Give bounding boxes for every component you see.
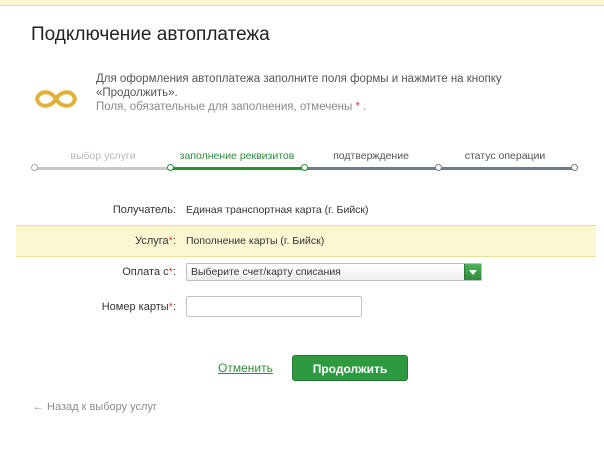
progress-dot-4: [435, 164, 442, 171]
payfrom-label: Оплата с*:: [122, 257, 176, 287]
page-title: Подключение автоплатежа: [31, 24, 270, 45]
cancel-link[interactable]: Отменить: [218, 361, 273, 375]
recipient-row: Получатель: Единая транспортная карта (г…: [16, 195, 596, 225]
required-asterisk: *: [355, 101, 360, 113]
intro-text: Для оформления автоплатежа заполните пол…: [96, 72, 556, 114]
autopayment-infinity-icon: [34, 90, 78, 108]
payfrom-label-text: Оплата с: [122, 266, 169, 278]
back-link-label: Назад к выбору услуг: [47, 401, 157, 413]
progress-line-current: [170, 167, 304, 170]
continue-button[interactable]: Продолжить: [292, 355, 408, 381]
step-fill-details: заполнение реквизитов: [179, 150, 295, 162]
chevron-down-icon[interactable]: [464, 264, 481, 280]
card-label-text: Номер карты: [101, 301, 169, 313]
step-operation-status: статус операции: [464, 150, 546, 162]
progress-dot-5: [571, 164, 578, 171]
step-choose-service: выбор услуги: [70, 150, 136, 162]
intro-instructions: Для оформления автоплатежа заполните пол…: [96, 73, 502, 99]
payfrom-select[interactable]: Выберите счет/карту списания: [186, 263, 482, 281]
label-colon: :: [172, 235, 176, 247]
progress-dot-3: [301, 164, 308, 171]
progress-dot-1: [31, 164, 38, 171]
progress-dot-2: [167, 164, 174, 171]
back-to-services-link[interactable]: ← Назад к выбору услуг: [33, 401, 157, 413]
progress-steps: выбор услуги заполнение реквизитов подтв…: [31, 150, 578, 180]
card-number-label: Номер карты*:: [102, 292, 176, 322]
required-fields-note: Поля, обязательные для заполнения, отмеч…: [96, 100, 556, 114]
required-note-text: Поля, обязательные для заполнения, отмеч…: [96, 101, 353, 113]
service-label-text: Услуга: [135, 235, 169, 247]
recipient-value: Единая транспортная карта (г. Бийск): [186, 204, 369, 216]
service-value: Пополнение карты (г. Бийск): [186, 235, 325, 247]
progress-line-done: [34, 167, 170, 170]
service-label: Услуга*:: [135, 226, 176, 256]
card-number-input[interactable]: [186, 296, 362, 317]
top-notice-bar: [0, 0, 604, 6]
label-colon: :: [172, 301, 176, 313]
payfrom-select-value: Выберите счет/карту списания: [191, 266, 341, 278]
arrow-left-icon: ←: [33, 401, 44, 413]
service-row: Услуга*: Пополнение карты (г. Бийск): [16, 225, 596, 257]
label-colon: :: [172, 266, 176, 278]
step-confirmation: подтверждение: [333, 150, 409, 162]
recipient-label: Получатель:: [112, 204, 176, 216]
required-note-end: .: [363, 101, 367, 113]
